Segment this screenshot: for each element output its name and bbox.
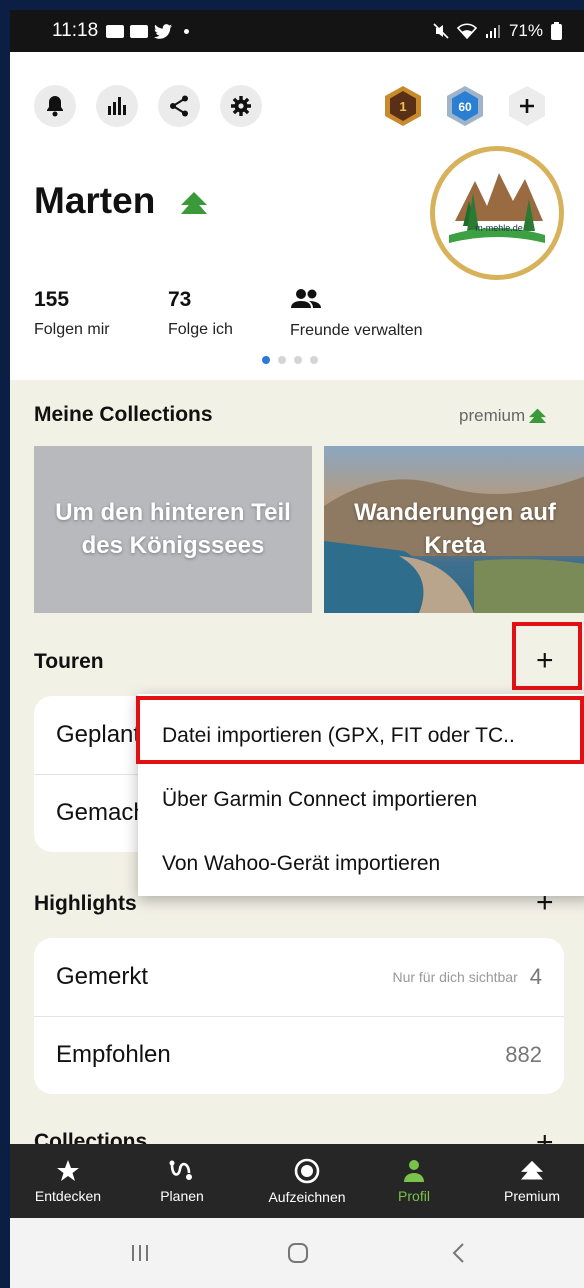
- friends-icon: [291, 289, 321, 308]
- svg-text:1: 1: [399, 99, 406, 114]
- nav-premium[interactable]: Premium: [486, 1144, 578, 1218]
- nav-profile[interactable]: Profil: [368, 1144, 460, 1218]
- followers-count: 155: [34, 288, 70, 311]
- more-notifications-dot: [184, 28, 190, 34]
- youtube-icon: [130, 24, 149, 38]
- avatar[interactable]: m-mehle.de: [430, 146, 564, 280]
- following-stat[interactable]: 73 Folge ich: [168, 288, 233, 339]
- nav-explore[interactable]: Entdecken: [22, 1144, 114, 1218]
- profile-header: 1 60 Marten m-mehle.de 155 Folgen mir 73…: [10, 52, 584, 380]
- premium-label: premium: [459, 406, 547, 426]
- status-time: 11:18: [52, 20, 99, 41]
- nav-label: Profil: [398, 1187, 430, 1204]
- page-dot: [278, 356, 286, 364]
- row-count: 4: [529, 964, 542, 989]
- highlight-frame: [136, 696, 584, 764]
- manage-friends-label: Freunde verwalten: [290, 322, 423, 339]
- highlights-card: Gemerkt Nur für dich sichtbar 4 Empfohle…: [34, 938, 564, 1094]
- row-count: 882: [505, 1042, 542, 1067]
- statistics-button[interactable]: [96, 85, 138, 127]
- collection-title: Um den hinteren Teil des Königssees: [55, 499, 291, 559]
- followers-label: Folgen mir: [34, 321, 110, 338]
- premium-tree-icon: [529, 408, 547, 423]
- premium-tree-icon: [181, 192, 207, 214]
- share-icon: [170, 95, 188, 117]
- level-badge[interactable]: 1: [382, 85, 424, 127]
- tours-title: Touren: [34, 650, 104, 673]
- twitter-icon: [154, 23, 173, 39]
- premium-text: premium: [459, 406, 526, 425]
- app-screen: 11:18 71% 1 60 Marten m-mehle.de 155 Fol…: [10, 10, 584, 1288]
- nav-label: Aufzeichnen: [268, 1188, 346, 1205]
- page-indicator: [262, 356, 318, 364]
- route-icon: [169, 1160, 192, 1180]
- share-button[interactable]: [158, 85, 200, 127]
- highlights-recommended-row[interactable]: Empfohlen 882: [34, 1016, 564, 1094]
- notifications-button[interactable]: [34, 85, 76, 127]
- level-hexagon-icon: 1: [385, 86, 421, 126]
- record-icon: [294, 1158, 320, 1183]
- add-badge-button[interactable]: [506, 85, 548, 127]
- my-collections-title: Meine Collections: [34, 403, 213, 426]
- bar-chart-icon: [108, 97, 126, 115]
- mute-icon: [433, 23, 449, 39]
- page-dot-active: [262, 356, 270, 364]
- row-meta: Nur für dich sichtbar 4: [392, 964, 542, 990]
- back-button[interactable]: [428, 1218, 488, 1288]
- nav-label: Planen: [160, 1187, 204, 1204]
- battery-icon: [551, 22, 562, 40]
- import-garmin-item[interactable]: Über Garmin Connect importieren: [138, 768, 584, 832]
- nav-label: Premium: [503, 1187, 560, 1204]
- points-badge[interactable]: 60: [444, 85, 486, 127]
- premium-tree-icon: [521, 1160, 543, 1179]
- status-right: 71%: [433, 10, 562, 52]
- page-dot: [294, 356, 302, 364]
- back-chevron-icon: [452, 1243, 464, 1263]
- wifi-icon: [456, 23, 477, 39]
- star-icon: [57, 1159, 79, 1181]
- import-wahoo-item[interactable]: Von Wahoo-Gerät importieren: [138, 832, 584, 896]
- recents-icon: [132, 1245, 148, 1261]
- home-icon: [288, 1243, 308, 1263]
- add-hexagon-icon: [509, 86, 545, 126]
- bottom-navigation: Entdecken Planen Aufzeichnen Profil Prem…: [10, 1144, 584, 1218]
- nav-record[interactable]: Aufzeichnen: [252, 1144, 362, 1218]
- visibility-hint: Nur für dich sichtbar: [392, 969, 518, 985]
- profile-name: Marten: [34, 180, 156, 221]
- manage-friends[interactable]: Freunde verwalten: [290, 288, 423, 340]
- recent-apps-button[interactable]: [110, 1218, 170, 1288]
- signal-icon: [485, 25, 500, 38]
- following-count: 73: [168, 288, 192, 311]
- collection-card[interactable]: Um den hinteren Teil des Königssees: [34, 446, 312, 613]
- svg-text:60: 60: [458, 100, 472, 114]
- avatar-image: m-mehle.de: [435, 151, 559, 275]
- status-bar: 11:18 71%: [10, 10, 584, 52]
- following-label: Folge ich: [168, 321, 233, 338]
- battery-percent: 71%: [508, 21, 543, 40]
- highlights-title: Highlights: [34, 892, 137, 915]
- mail-icon: [106, 24, 125, 38]
- row-label: Geplant: [56, 721, 141, 748]
- highlight-frame: [512, 622, 582, 690]
- page-dot: [310, 356, 318, 364]
- row-label: Gemerkt: [56, 963, 149, 990]
- followers-stat[interactable]: 155 Folgen mir: [34, 288, 110, 339]
- gear-icon: [231, 96, 251, 116]
- collection-card[interactable]: Wanderungen auf Kreta: [324, 446, 584, 613]
- row-meta: 882: [505, 1042, 542, 1068]
- nav-plan[interactable]: Planen: [136, 1144, 228, 1218]
- settings-button[interactable]: [220, 85, 262, 127]
- svg-text:m-mehle.de: m-mehle.de: [475, 223, 523, 233]
- row-label: Empfohlen: [56, 1041, 171, 1068]
- person-icon: [404, 1159, 424, 1182]
- nav-label: Entdecken: [34, 1187, 102, 1204]
- points-hexagon-icon: 60: [447, 86, 483, 126]
- home-button[interactable]: [268, 1218, 328, 1288]
- avatar-logo: m-mehle.de: [449, 173, 545, 243]
- bell-icon: [47, 96, 63, 117]
- notification-icons: [106, 23, 190, 39]
- highlights-saved-row[interactable]: Gemerkt Nur für dich sichtbar 4: [34, 938, 564, 1016]
- collection-title: Wanderungen auf Kreta: [354, 499, 556, 559]
- system-navigation: [10, 1218, 584, 1288]
